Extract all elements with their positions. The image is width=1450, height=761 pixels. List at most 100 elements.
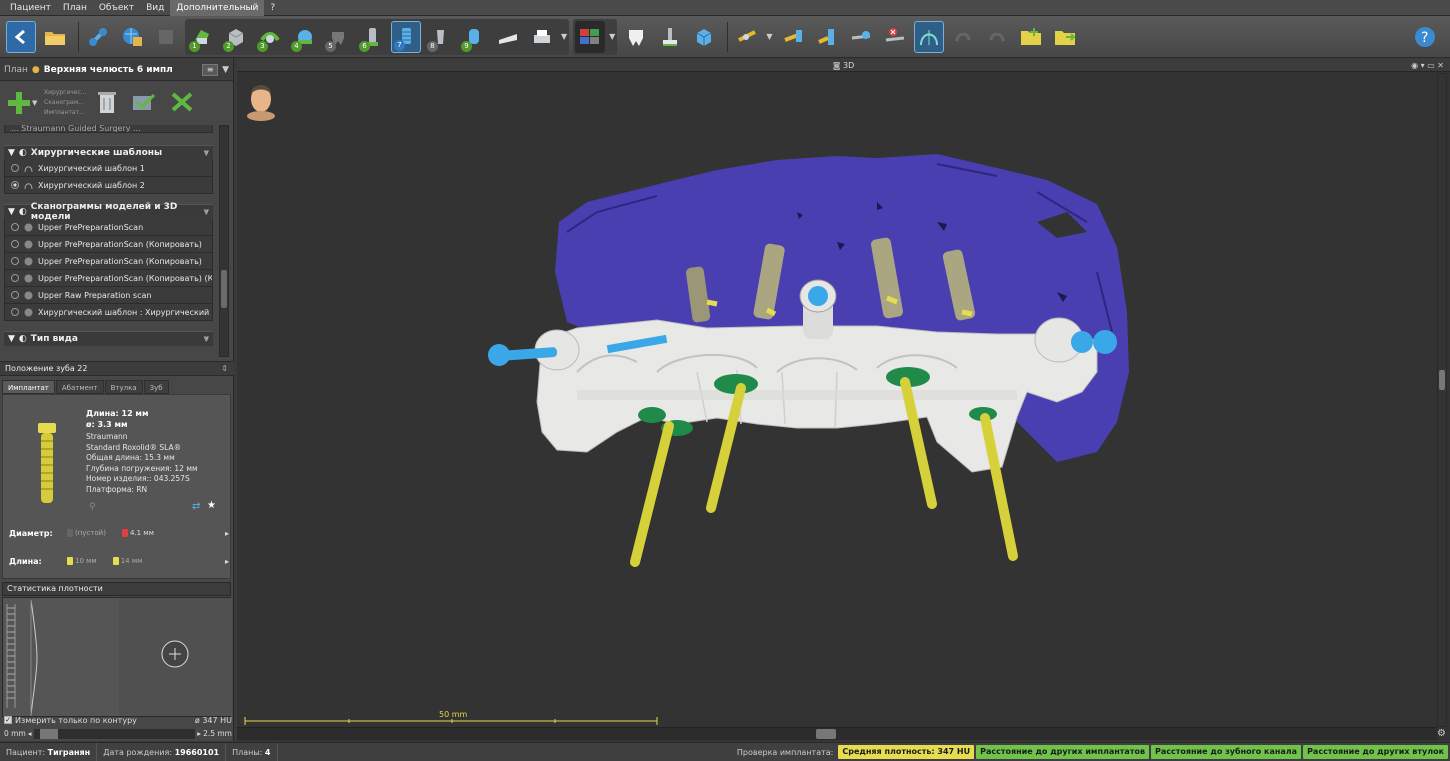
add-dropdown-icon[interactable]: ▼ — [32, 99, 37, 107]
tab-implant[interactable]: Имплантат — [2, 380, 55, 394]
menu-plan[interactable]: План — [57, 0, 93, 16]
visibility-radio[interactable] — [11, 181, 19, 189]
badge-sleeve-distance[interactable]: Расстояние до других втулок — [1303, 745, 1448, 759]
badge-canal-distance[interactable]: Расстояние до зубного канала — [1151, 745, 1302, 759]
length-prev[interactable]: 10 мм — [75, 557, 97, 565]
range-left-arrow-icon[interactable]: ◂ — [28, 729, 32, 738]
tooth-position-header[interactable]: Положение зуба 22 ⇕ — [0, 361, 234, 376]
tree-scrollbar-thumb[interactable] — [221, 270, 227, 308]
tab-sleeve[interactable]: Втулка — [104, 380, 143, 394]
diameter-next-arrow-icon[interactable]: ▸ — [225, 529, 229, 538]
3d-scene[interactable] — [237, 72, 1437, 727]
range-right-arrow-icon[interactable]: ▸ — [197, 729, 201, 738]
range-slider-thumb[interactable] — [39, 728, 58, 739]
arch-button[interactable] — [914, 20, 945, 53]
visibility-radio[interactable] — [11, 240, 19, 248]
cube-view-button[interactable] — [689, 21, 719, 53]
step-9-button[interactable]: 9 — [459, 21, 489, 53]
tree-scrollbar[interactable] — [219, 125, 229, 357]
viewport-vscroll-thumb[interactable] — [1439, 370, 1445, 390]
back-button[interactable] — [6, 20, 36, 53]
visibility-radio[interactable] — [11, 164, 19, 172]
step-3-button[interactable]: 3 — [255, 21, 285, 53]
crown-button[interactable] — [621, 21, 651, 53]
viewport-hscrollbar[interactable] — [237, 727, 1437, 740]
step-7-button[interactable]: 7 — [391, 20, 421, 53]
remove-anchor-button[interactable] — [880, 21, 910, 53]
disabled-tool-button[interactable] — [151, 21, 181, 53]
diameter-chip-empty[interactable] — [67, 529, 73, 537]
section-surgical-guides[interactable]: ▼ ◐ Хирургические шаблоны ⩔ — [4, 145, 213, 160]
link-button[interactable] — [83, 21, 113, 53]
close-object-button[interactable] — [169, 90, 195, 117]
exchange-icon[interactable]: ⇄ — [192, 501, 200, 512]
badge-implant-distance[interactable]: Расстояние до других имплантатов — [976, 745, 1150, 759]
step-6-button[interactable]: 6 — [357, 21, 387, 53]
sleeve-pin-button[interactable] — [812, 21, 842, 53]
section-collapse-icon[interactable]: ⩔ — [204, 207, 209, 217]
cut-tree-row[interactable]: ... Straumann Guided Surgery ... — [4, 125, 213, 133]
globe-export-button[interactable] — [117, 21, 147, 53]
length-next[interactable]: 14 мм — [121, 557, 143, 565]
section-view-type[interactable]: ▼ ◐ Тип вида ⩔ — [4, 331, 213, 346]
viewport-hscroll-thumb[interactable] — [816, 729, 836, 739]
drill-pin-1[interactable] — [630, 421, 674, 567]
tab-abutment[interactable]: Абатмент — [55, 380, 104, 394]
tree-item-guide-2[interactable]: Хирургический шаблон 2 — [4, 177, 213, 194]
pin-tool-button[interactable] — [732, 21, 762, 53]
measure-button[interactable] — [846, 21, 876, 53]
section-collapse-icon[interactable]: ⩔ — [204, 148, 209, 158]
visibility-radio[interactable] — [11, 291, 19, 299]
pin-dropdown-icon[interactable]: ▼ — [766, 32, 772, 41]
step-1-button[interactable]: 1 — [187, 21, 217, 53]
delete-button[interactable] — [95, 89, 119, 118]
density-header[interactable]: Статистика плотности — [2, 582, 231, 596]
collapse-icon[interactable]: ▼ — [8, 207, 15, 217]
length-chip-short[interactable] — [67, 557, 73, 565]
tree-item-scan[interactable]: Upper PrePreparationScan (Копировать) — [4, 253, 213, 270]
menu-help[interactable]: ? — [264, 0, 281, 16]
viewport-vscrollbar[interactable] — [1437, 73, 1447, 727]
list-menu-icon[interactable]: ≡ — [202, 63, 219, 76]
layout-dropdown-icon[interactable]: ▼ — [609, 32, 615, 41]
step-4-button[interactable]: 4 — [289, 21, 319, 53]
drill-button[interactable] — [655, 21, 685, 53]
length-chip-long[interactable] — [112, 557, 119, 565]
tree-item-scan[interactable]: Upper PrePreparationScan (Копировать) — [4, 236, 213, 253]
anchor-pin-button[interactable] — [778, 21, 808, 53]
redo-button[interactable] — [982, 21, 1012, 53]
section-collapse-icon[interactable]: ⩔ — [204, 334, 209, 344]
section-scans[interactable]: ▼ ◐ Сканограммы моделей и 3D модели ⩔ — [4, 202, 213, 222]
layout-button[interactable] — [575, 20, 606, 53]
folder-import-button[interactable] — [1016, 21, 1046, 53]
step-8-button[interactable]: 8 — [425, 21, 455, 53]
orientation-head-icon[interactable] — [247, 85, 275, 121]
folder-export-button[interactable] — [1050, 21, 1080, 53]
badge-density[interactable]: Средняя плотность: 347 HU — [838, 745, 975, 759]
help-button[interactable]: ? — [1410, 21, 1440, 53]
diameter-prev[interactable]: (пустой) — [75, 529, 106, 537]
step-5-button[interactable]: 5 — [323, 21, 353, 53]
print-button[interactable] — [527, 21, 557, 53]
viewport-controls[interactable]: ◉ ▾ ▭ ✕ — [1411, 59, 1444, 72]
dropdown-arrow-icon[interactable]: ▼ — [561, 32, 567, 41]
tab-tooth[interactable]: Зуб — [143, 380, 169, 394]
undo-button[interactable] — [948, 21, 978, 53]
visibility-radio[interactable] — [11, 274, 19, 282]
diameter-next[interactable]: 4.1 мм — [130, 529, 154, 537]
guide-button[interactable] — [493, 21, 523, 53]
open-folder-button[interactable] — [40, 21, 70, 53]
settings-gear-icon[interactable]: ⚙ — [1437, 728, 1446, 739]
anchor-sleeve-center[interactable] — [799, 279, 837, 339]
eye-icon[interactable]: ◐ — [19, 207, 27, 217]
visibility-radio[interactable] — [11, 308, 19, 316]
menu-additional[interactable]: Дополнительный — [170, 0, 265, 16]
plan-dropdown-icon[interactable]: ▼ — [222, 65, 229, 75]
contour-checkbox[interactable]: ✓ — [4, 716, 12, 724]
menu-patient[interactable]: Пациент — [4, 0, 57, 16]
range-slider[interactable] — [33, 728, 196, 739]
collapse-icon[interactable]: ▼ — [8, 334, 15, 344]
favorite-icon[interactable]: ★ — [207, 500, 216, 511]
add-object-button[interactable]: ▼ — [6, 87, 40, 119]
visibility-radio[interactable] — [11, 257, 19, 265]
